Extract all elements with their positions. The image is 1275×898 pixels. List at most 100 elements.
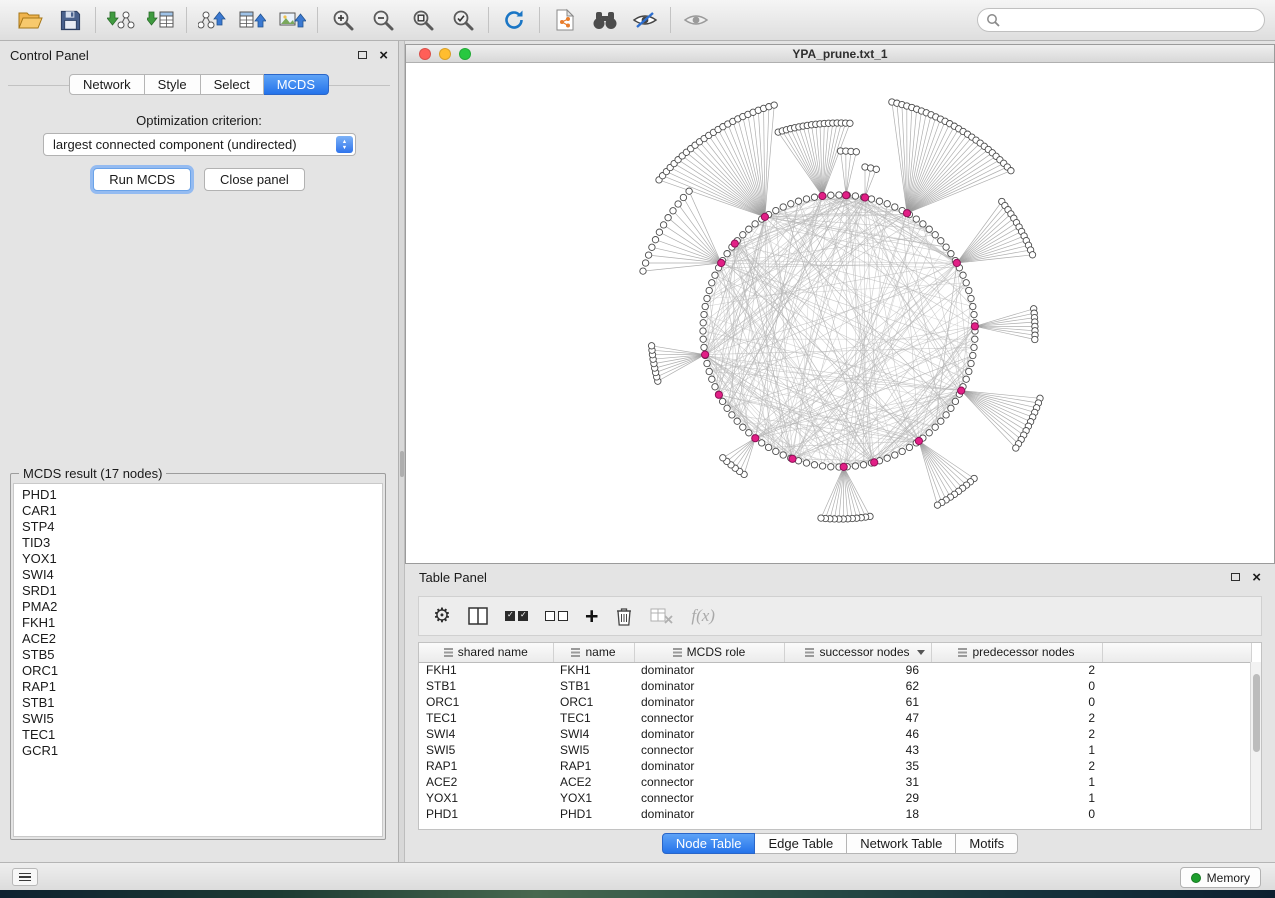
mcds-result-item[interactable]: FKH1 — [14, 615, 382, 631]
table-scrollbar[interactable] — [1250, 662, 1261, 829]
window-zoom-icon[interactable] — [459, 48, 471, 60]
refresh-layout-button[interactable] — [494, 3, 534, 37]
table-cell: 47 — [784, 710, 931, 726]
document-share-button[interactable] — [545, 3, 585, 37]
search-icon — [986, 13, 1000, 27]
column-header-mcds-role[interactable]: MCDS role — [634, 643, 784, 662]
tab-motifs[interactable]: Motifs — [956, 833, 1018, 854]
table-row[interactable]: YOX1YOX1connector291 — [419, 790, 1252, 806]
network-canvas[interactable] — [406, 63, 1274, 563]
mcds-result-item[interactable]: TEC1 — [14, 727, 382, 743]
open-file-button[interactable] — [10, 3, 50, 37]
tab-select[interactable]: Select — [201, 74, 264, 95]
table-cell: dominator — [634, 678, 784, 694]
mcds-result-item[interactable]: RAP1 — [14, 679, 382, 695]
splitter-grip[interactable] — [400, 451, 404, 477]
mcds-result-item[interactable]: YOX1 — [14, 551, 382, 567]
table-row[interactable]: RAP1RAP1dominator352 — [419, 758, 1252, 774]
search-input[interactable] — [1005, 13, 1256, 27]
mcds-result-item[interactable]: PMA2 — [14, 599, 382, 615]
column-header-shared-name[interactable]: shared name — [419, 643, 553, 662]
table-row[interactable]: ACE2ACE2connector311 — [419, 774, 1252, 790]
mcds-result-item[interactable]: STB5 — [14, 647, 382, 663]
table-row[interactable]: SWI4SWI4dominator462 — [419, 726, 1252, 742]
tab-style[interactable]: Style — [145, 74, 201, 95]
table-row[interactable]: ORC1ORC1dominator610 — [419, 694, 1252, 710]
show-hidden-button[interactable] — [676, 3, 716, 37]
table-row[interactable]: SWI5SWI5connector431 — [419, 742, 1252, 758]
table-cell: 0 — [931, 694, 1102, 710]
find-button[interactable] — [585, 3, 625, 37]
open-folder-icon — [17, 9, 43, 31]
tab-edge-table[interactable]: Edge Table — [755, 833, 847, 854]
mcds-result-item[interactable]: ORC1 — [14, 663, 382, 679]
show-columns-button[interactable] — [468, 607, 488, 625]
tab-node-table[interactable]: Node Table — [662, 833, 756, 854]
table-cell: 0 — [931, 678, 1102, 694]
table-cell: 2 — [931, 710, 1102, 726]
save-session-button[interactable] — [50, 3, 90, 37]
table-cell: STB1 — [419, 678, 553, 694]
run-mcds-button[interactable]: Run MCDS — [93, 168, 191, 191]
delete-column-button[interactable] — [615, 606, 633, 627]
zoom-selected-button[interactable] — [443, 3, 483, 37]
table-cell: ORC1 — [553, 694, 634, 710]
table-row[interactable]: PHD1PHD1dominator180 — [419, 806, 1252, 822]
mcds-result-item[interactable]: STB1 — [14, 695, 382, 711]
table-cell: TEC1 — [553, 710, 634, 726]
column-header-name[interactable]: name — [553, 643, 634, 662]
table-row[interactable]: TEC1TEC1connector472 — [419, 710, 1252, 726]
table-settings-button[interactable]: ⚙ — [433, 606, 451, 626]
clear-table-button[interactable] — [650, 607, 674, 625]
function-builder-button[interactable]: f(x) — [691, 606, 715, 626]
table-row[interactable]: FKH1FKH1dominator962 — [419, 662, 1252, 678]
mcds-result-item[interactable]: GCR1 — [14, 743, 382, 759]
tab-network[interactable]: Network — [69, 74, 145, 95]
column-header-predecessor-nodes[interactable]: predecessor nodes — [931, 643, 1102, 662]
mcds-result-item[interactable]: SWI4 — [14, 567, 382, 583]
panel-menu-button[interactable] — [12, 868, 38, 886]
close-panel-icon[interactable]: × — [379, 48, 388, 63]
close-panel-button[interactable]: Close panel — [204, 168, 305, 191]
scrollbar-thumb[interactable] — [1253, 674, 1260, 752]
table-row[interactable]: STB1STB1dominator620 — [419, 678, 1252, 694]
select-all-button[interactable] — [505, 611, 528, 621]
table-cell: PHD1 — [419, 806, 553, 822]
float-panel-icon[interactable] — [358, 51, 367, 59]
mcds-result-item[interactable]: STP4 — [14, 519, 382, 535]
export-image-button[interactable] — [272, 3, 312, 37]
mcds-result-item[interactable]: PHD1 — [14, 487, 382, 503]
column-header-successor-nodes[interactable]: successor nodes — [784, 643, 931, 662]
network-window-titlebar[interactable]: YPA_prune.txt_1 — [406, 45, 1274, 63]
mcds-result-item[interactable]: CAR1 — [14, 503, 382, 519]
search-box[interactable] — [977, 8, 1265, 32]
export-network-button[interactable] — [192, 3, 232, 37]
binoculars-icon — [591, 9, 619, 31]
zoom-fit-button[interactable] — [403, 3, 443, 37]
table-cell: dominator — [634, 758, 784, 774]
tab-mcds[interactable]: MCDS — [264, 74, 329, 95]
mcds-result-item[interactable]: SWI5 — [14, 711, 382, 727]
window-minimize-icon[interactable] — [439, 48, 451, 60]
memory-button[interactable]: Memory — [1180, 867, 1261, 888]
table-cell: 2 — [931, 726, 1102, 742]
mcds-result-item[interactable]: SRD1 — [14, 583, 382, 599]
mcds-result-item[interactable]: TID3 — [14, 535, 382, 551]
zoom-out-button[interactable] — [363, 3, 403, 37]
import-network-button[interactable] — [101, 3, 141, 37]
criterion-dropdown[interactable]: largest connected component (undirected)… — [43, 133, 356, 156]
add-column-button[interactable]: + — [585, 605, 598, 628]
close-table-panel-icon[interactable]: × — [1252, 570, 1261, 585]
mcds-result-item[interactable]: ACE2 — [14, 631, 382, 647]
window-close-icon[interactable] — [419, 48, 431, 60]
import-table-button[interactable] — [141, 3, 181, 37]
network-window-title: YPA_prune.txt_1 — [406, 47, 1274, 61]
hide-selected-button[interactable] — [625, 3, 665, 37]
tab-network-table[interactable]: Network Table — [847, 833, 956, 854]
deselect-all-button[interactable] — [545, 611, 568, 621]
export-table-button[interactable] — [232, 3, 272, 37]
mcds-result-list[interactable]: PHD1CAR1STP4TID3YOX1SWI4SRD1PMA2FKH1ACE2… — [13, 483, 383, 837]
table-cell: connector — [634, 710, 784, 726]
float-table-panel-icon[interactable] — [1231, 573, 1240, 581]
zoom-in-button[interactable] — [323, 3, 363, 37]
